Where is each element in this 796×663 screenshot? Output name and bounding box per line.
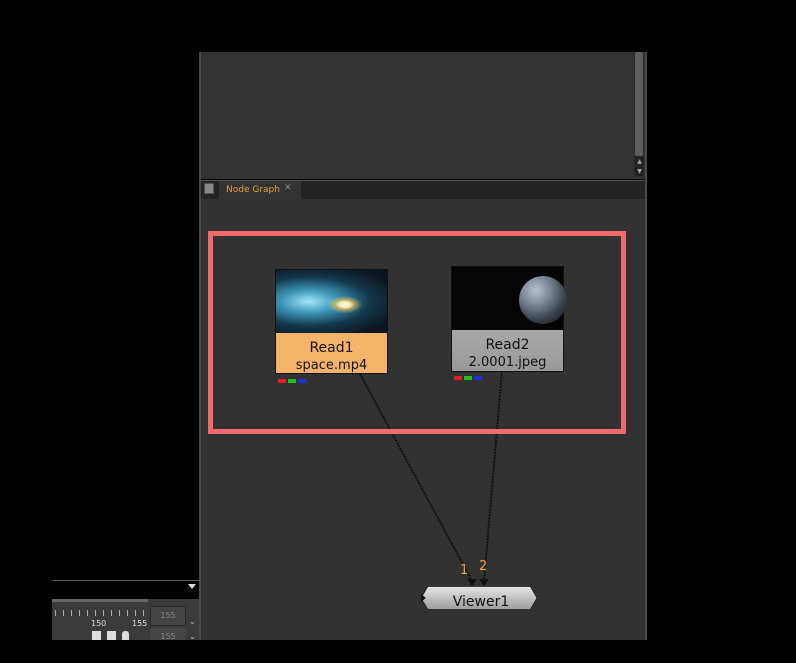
frame-field[interactable]: 155 [150,628,186,641]
stop-icon[interactable] [107,631,116,640]
timeline-tick-label: 155 [132,619,148,628]
timeline-range-bar[interactable] [52,599,148,602]
expand-chevron-icon[interactable]: ⌄ [189,632,196,641]
expand-chevron-icon[interactable]: ⌄ [189,617,196,626]
read2-thumbnail [452,267,567,330]
read2-node[interactable]: Read2 2.0001.jpeg [451,266,567,380]
frame-end-field[interactable]: 155 [150,606,186,626]
timeline-ruler[interactable] [55,610,145,616]
timeline-tick-label: 150 [91,619,107,628]
read2-title: Read2 [485,337,530,353]
read1-thumbnail [276,270,387,333]
arrow-head-2 [479,579,489,586]
moon-image [519,276,567,324]
panel-divider [52,580,200,581]
channel-indicator [278,368,312,383]
channel-indicator [454,365,488,380]
read1-title: Read1 [309,340,354,356]
lock-icon[interactable] [122,631,129,640]
viewer1-title: Viewer1 [452,594,510,610]
viewer-input-2-label: 2 [479,559,488,574]
read1-node[interactable]: Read1 space.mp4 [275,269,388,383]
play-icon[interactable] [92,631,101,640]
viewer-input-1-label: 1 [460,563,469,578]
arrow-head-1 [467,579,477,586]
dropdown-arrow-icon[interactable] [188,584,196,590]
